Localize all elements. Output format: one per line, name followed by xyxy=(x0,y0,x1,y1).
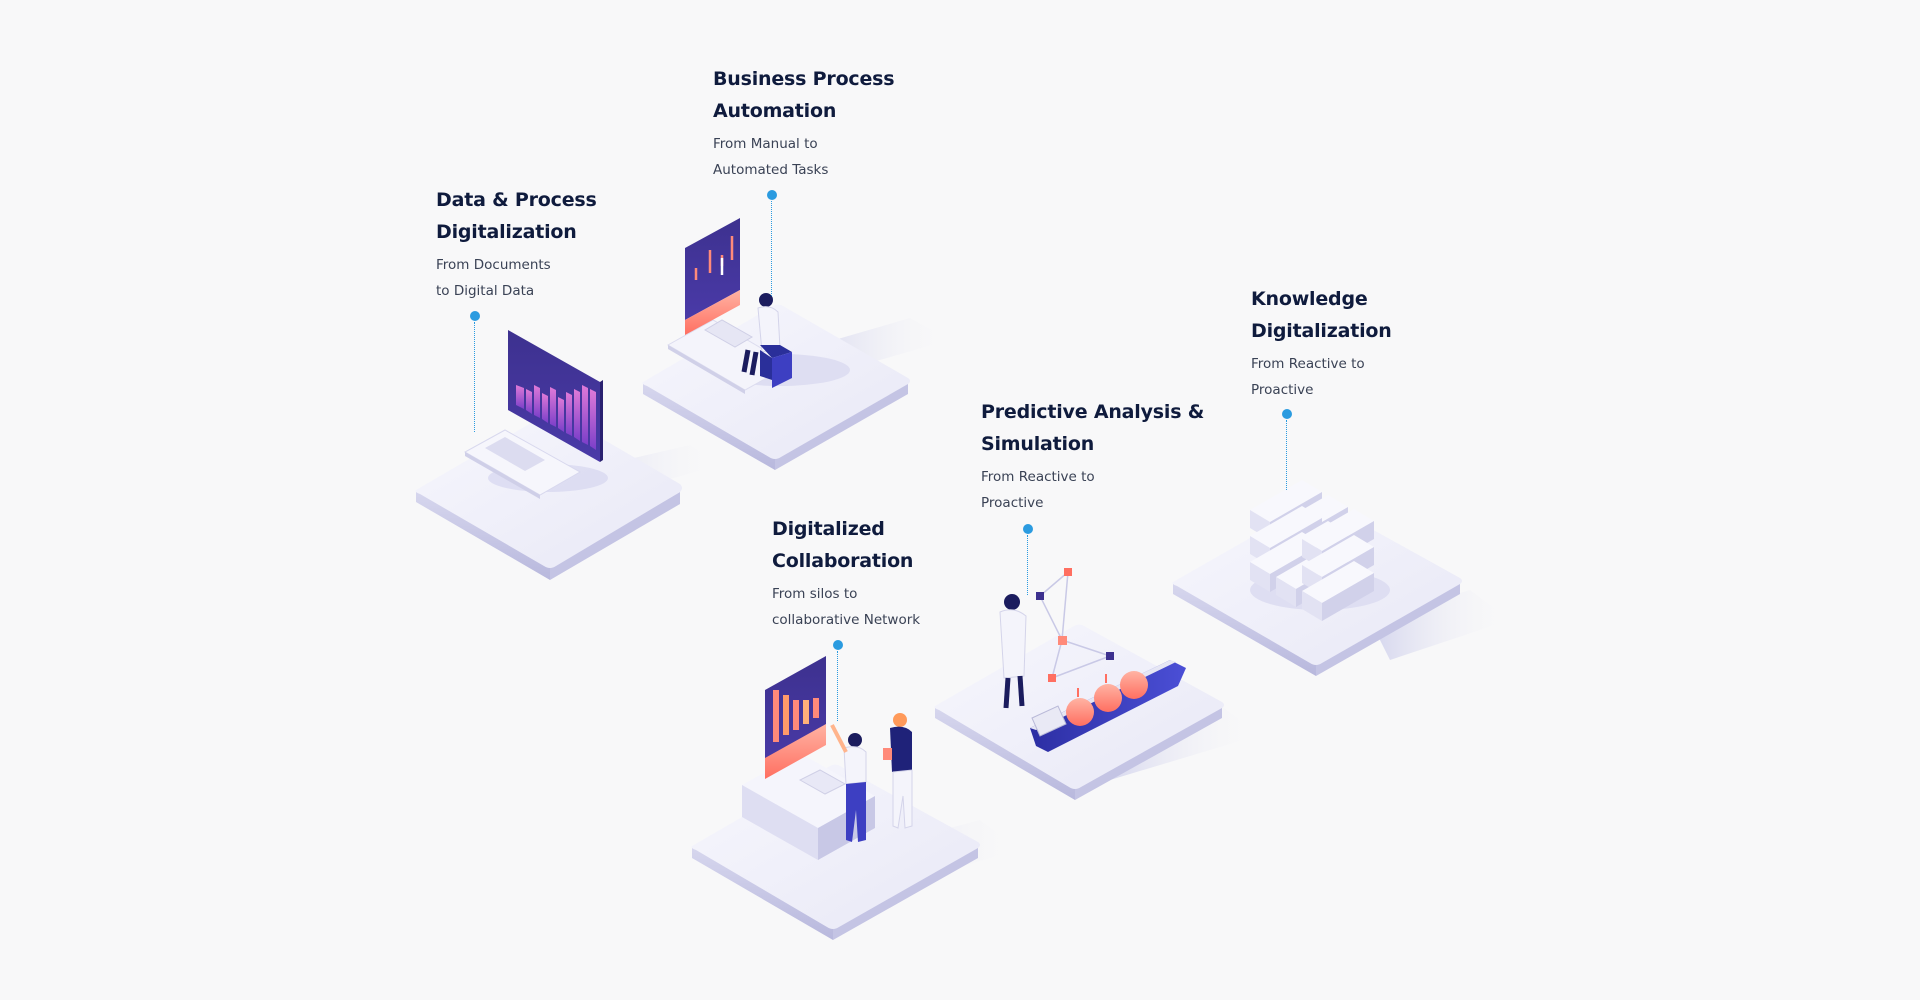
stage-subtitle: From Manual to Automated Tasks xyxy=(713,136,829,178)
stage-title: Business Process Automation xyxy=(713,68,895,122)
stage-card-predictive: Predictive Analysis & Simulation From Re… xyxy=(981,396,1204,516)
connector-line xyxy=(771,201,772,296)
stage-card-data-process: Data & Process Digitalization From Docum… xyxy=(436,184,597,304)
stage-card-collaboration: Digitalized Collaboration From silos to … xyxy=(772,513,920,633)
connector-line xyxy=(1286,420,1287,490)
connector-dot xyxy=(833,640,843,650)
stage-title: Knowledge Digitalization xyxy=(1251,288,1392,342)
stage-card-knowledge: Knowledge Digitalization From Reactive t… xyxy=(1251,283,1392,403)
connector-line xyxy=(837,651,838,721)
stage-title: Predictive Analysis & Simulation xyxy=(981,401,1205,455)
isometric-illustration xyxy=(415,218,1510,940)
stage-subtitle: From silos to collaborative Network xyxy=(772,586,921,628)
connector-dot xyxy=(1023,524,1033,534)
connector-line xyxy=(474,322,475,432)
connector-dot xyxy=(470,311,480,321)
stage-subtitle: From Reactive to Proactive xyxy=(981,469,1095,511)
stage-title: Data & Process Digitalization xyxy=(436,189,597,243)
platform-knowledge xyxy=(1172,480,1510,676)
blocks-icon xyxy=(1250,480,1390,621)
connector-line xyxy=(1027,535,1028,595)
stage-card-bpa: Business Process Automation From Manual … xyxy=(713,63,895,183)
stage-subtitle: From Documents to Digital Data xyxy=(436,257,551,299)
platform-bpa xyxy=(642,218,950,470)
digitalization-journey: Data & Process Digitalization From Docum… xyxy=(0,0,1920,1000)
stage-subtitle: From Reactive to Proactive xyxy=(1251,356,1365,398)
connector-dot xyxy=(1282,409,1292,419)
stage-title: Digitalized Collaboration xyxy=(772,518,914,572)
connector-dot xyxy=(767,190,777,200)
